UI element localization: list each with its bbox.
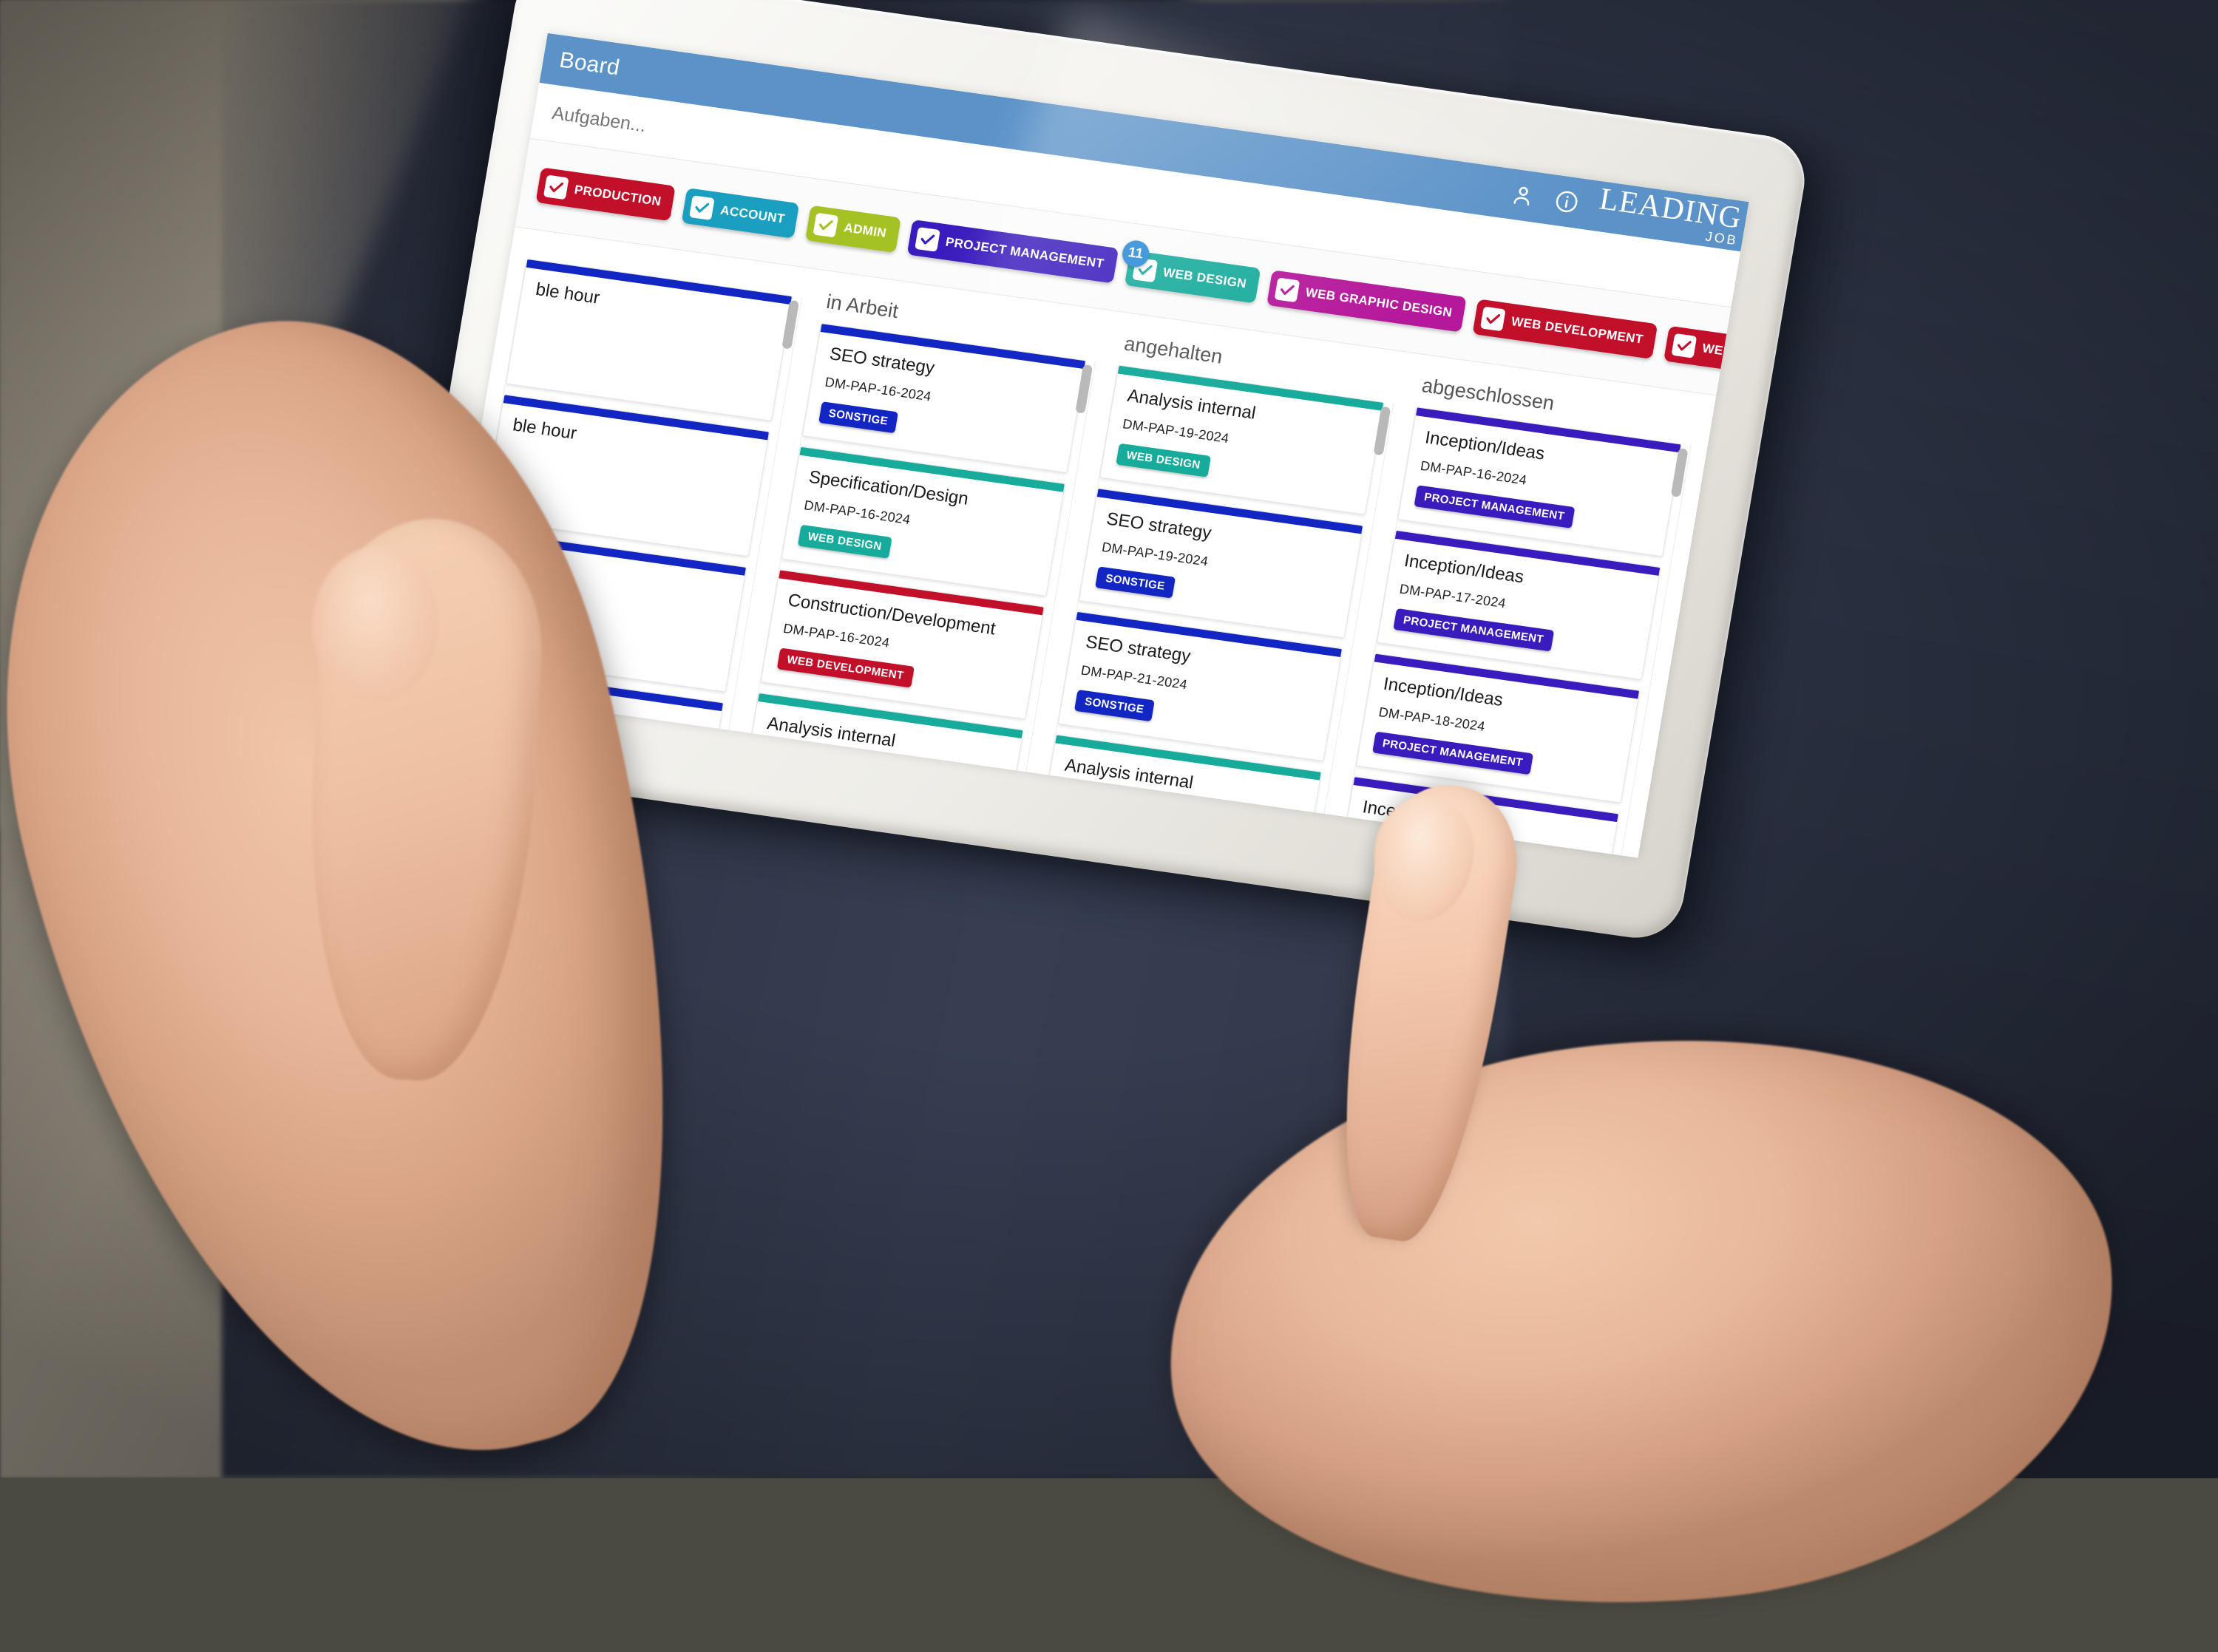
checkmark-icon[interactable] (689, 195, 716, 220)
brand-tagline: JOB (1704, 228, 1740, 248)
checkmark-icon[interactable] (914, 227, 940, 252)
card-tag[interactable]: WEB DESIGN (797, 524, 892, 559)
checkmark-icon[interactable] (1274, 277, 1300, 303)
filter-chip-label: ADMIN (843, 220, 888, 240)
filter-chip[interactable]: 11 WEB DESIGN (1120, 239, 1261, 304)
board-column: in Arbeit SEO strategy DM-PAP-16-2024 SONST… (750, 290, 1101, 772)
task-card[interactable]: SEO strategy DM-PAP-16-2024 SONSTIGE (801, 322, 1087, 474)
account-icon[interactable] (1508, 181, 1537, 209)
page-title: Board (557, 47, 622, 81)
filter-chip-label: ACCOUNT (719, 203, 787, 226)
task-card[interactable]: SEO strategy DM-PAP-19-2024 SONSTIGE (1078, 488, 1363, 639)
column-card-list: ble hour ble hour ble hour (452, 258, 802, 730)
card-tag[interactable]: PROJECT MANAGEMENT (1371, 731, 1533, 775)
task-card[interactable]: Inception/Ideas DM-PAP-16-2024 PROJECT MAN… (1397, 407, 1682, 557)
filter-chip[interactable]: ACCOUNT (681, 188, 800, 239)
task-card[interactable]: Inception/Ideas DM-PAP-17-2024 PROJECT MAN… (1376, 529, 1661, 681)
filter-chip-label: WEB GRAPHIC DESIGN (1304, 285, 1454, 320)
filter-chip[interactable]: ADMIN (805, 205, 901, 254)
card-tag[interactable]: WEB DESIGN (1116, 443, 1211, 477)
checkmark-icon[interactable] (813, 212, 839, 238)
filter-chip-label: PROJECT MANAGEMENT (944, 234, 1105, 271)
task-card[interactable]: Analysis internal DM-PAP-19-2024 WEB DESIG… (1099, 364, 1384, 515)
card-tag[interactable]: SONSTIGE (1074, 689, 1155, 722)
column-card-list: Analysis internal DM-PAP-19-2024 WEB DESIG… (1048, 364, 1394, 814)
task-card[interactable]: Construction/Development DM-PAP-16-2024 WE… (759, 569, 1045, 720)
task-card[interactable]: ble hour (482, 394, 770, 557)
checkmark-icon[interactable] (1671, 333, 1698, 358)
filter-chip[interactable]: WEB DEVELOPMENT (1472, 299, 1658, 359)
task-card[interactable]: ble hour (459, 529, 747, 693)
column-card-list: SEO strategy DM-PAP-16-2024 SONSTIGE Specif… (750, 322, 1096, 772)
task-card[interactable]: Specification/Design DM-PAP-16-2024 WEB DE… (781, 446, 1066, 596)
card-tag[interactable]: SONSTIGE (818, 401, 899, 434)
filter-chip-label: WEB DEVELOPMENT (1510, 314, 1645, 347)
card-tag[interactable]: PROJECT MANAGEMENT (1414, 485, 1576, 528)
info-icon[interactable] (1553, 188, 1581, 216)
column-card-list: Inception/Ideas DM-PAP-16-2024 PROJECT MAN… (1346, 406, 1692, 856)
task-card[interactable]: Inception/Ideas DM-PAP-18-2024 PROJECT MAN… (1355, 653, 1641, 803)
card-tag[interactable]: PROJECT MANAGEMENT (1392, 608, 1555, 652)
task-card[interactable]: SEO strategy DM-PAP-21-2024 SONSTIGE (1057, 611, 1343, 762)
filter-chip[interactable]: PROJECT MANAGEMENT (906, 219, 1119, 284)
board-column: ble hour ble hour ble hour (452, 248, 804, 730)
task-card[interactable]: ble hour (505, 258, 793, 421)
checkmark-icon[interactable] (543, 174, 569, 200)
checkmark-icon[interactable] (1480, 306, 1506, 332)
filter-chip-label: PRODUCTION (573, 182, 662, 209)
filter-chip[interactable]: WEB GRAPHIC DESIGN (1266, 270, 1467, 333)
filter-chip[interactable]: PRODUCTION (535, 167, 676, 222)
card-tag[interactable]: WEB DEVELOPMENT (776, 647, 915, 688)
filter-chip-label: WEB DESIGN (1161, 265, 1248, 291)
tablet-device: Board LEADING JOB Aufgaben... PRODUCTION… (353, 0, 1840, 970)
board-column: angehalten Analysis internal DM-PAP-19-202… (1048, 332, 1399, 814)
card-tag[interactable]: SONSTIGE (1095, 566, 1176, 599)
board-column: abgeschlossen Inception/Ideas DM-PAP-16-20… (1346, 374, 1697, 856)
